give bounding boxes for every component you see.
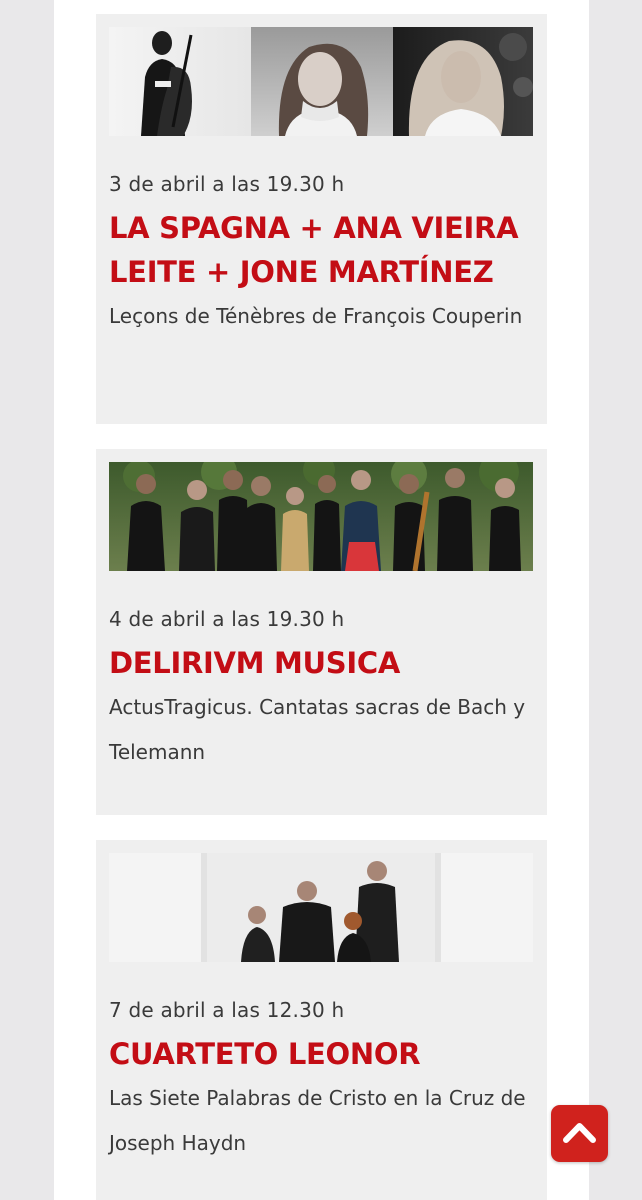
event-image[interactable] xyxy=(109,27,533,136)
event-title[interactable]: CUARTETO LEONOR xyxy=(109,1032,534,1076)
event-subtitle: ActusTragicus. Cantatas sacras de Bach y… xyxy=(109,695,526,764)
scroll-to-top-button[interactable] xyxy=(551,1105,608,1162)
chevron-up-icon xyxy=(563,1123,596,1143)
event-card[interactable]: 7 de abril a las 12.30 h CUARTETO LEONOR… xyxy=(96,840,547,1200)
event-title[interactable]: LA SPAGNA + ANA VIEIRA LEITE + JONE MART… xyxy=(109,206,534,294)
event-card[interactable]: 3 de abril a las 19.30 h LA SPAGNA + ANA… xyxy=(96,14,547,424)
event-date: 7 de abril a las 12.30 h xyxy=(109,998,345,1022)
event-date: 4 de abril a las 19.30 h xyxy=(109,607,345,631)
event-date: 3 de abril a las 19.30 h xyxy=(109,172,345,196)
event-subtitle: Leçons de Ténèbres de François Couperin xyxy=(109,304,523,328)
event-card[interactable]: 4 de abril a las 19.30 h DELIRIVM MUSICA… xyxy=(96,449,547,815)
event-image[interactable] xyxy=(109,853,533,962)
event-title[interactable]: DELIRIVM MUSICA xyxy=(109,641,534,685)
event-image[interactable] xyxy=(109,462,533,571)
event-subtitle: Las Siete Palabras de Cristo en la Cruz … xyxy=(109,1086,526,1155)
